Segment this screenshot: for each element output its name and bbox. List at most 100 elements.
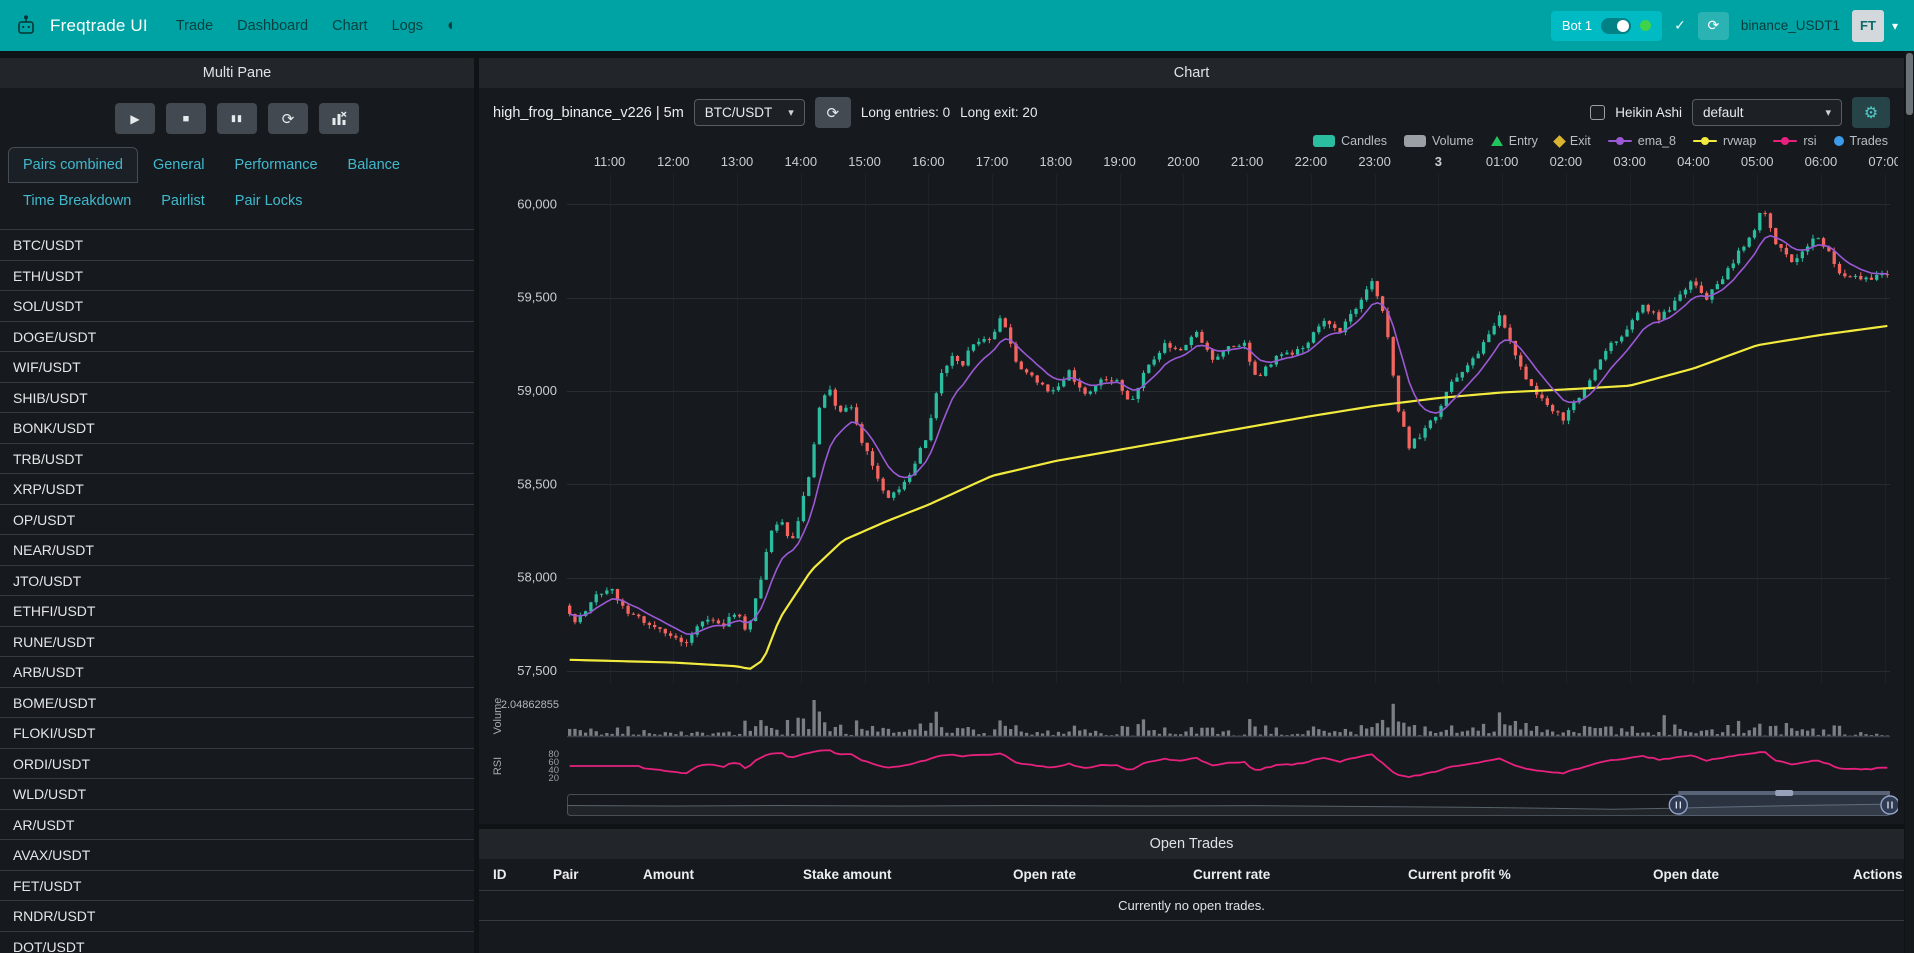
freqtrade-logo bbox=[14, 13, 40, 39]
pair-row-eth-usdt[interactable]: ETH/USDT bbox=[0, 261, 474, 292]
pair-row-jto-usdt[interactable]: JTO/USDT bbox=[0, 566, 474, 597]
pair-row-ethfi-usdt[interactable]: ETHFI/USDT bbox=[0, 596, 474, 627]
legend-label: Exit bbox=[1570, 134, 1591, 148]
column-actions: Actions bbox=[1853, 867, 1904, 882]
pause-button[interactable]: ▮▮ bbox=[217, 103, 257, 134]
legend-label: Entry bbox=[1509, 134, 1538, 148]
nav-link-chart[interactable]: Chart bbox=[332, 18, 367, 34]
bot-controls: ▶ ■ ▮▮ ⟳ bbox=[0, 88, 474, 147]
pair-row-floki-usdt[interactable]: FLOKI/USDT bbox=[0, 718, 474, 749]
legend-item-ema-8[interactable]: ema_8 bbox=[1608, 134, 1676, 148]
plot-settings-button[interactable]: ⚙ bbox=[1852, 97, 1890, 128]
pair-row-near-usdt[interactable]: NEAR/USDT bbox=[0, 535, 474, 566]
pair-row-avax-usdt[interactable]: AVAX/USDT bbox=[0, 840, 474, 871]
legend-item-candles[interactable]: Candles bbox=[1313, 134, 1387, 148]
column-current-profit: Current profit % bbox=[1408, 867, 1653, 882]
play-icon: ▶ bbox=[130, 112, 139, 126]
pair-row-ar-usdt[interactable]: AR/USDT bbox=[0, 810, 474, 841]
tab-general[interactable]: General bbox=[138, 147, 220, 183]
pair-list: BTC/USDTETH/USDTSOL/USDTDOGE/USDTWIF/USD… bbox=[0, 229, 474, 953]
pair-row-dot-usdt[interactable]: DOT/USDT bbox=[0, 932, 474, 953]
clear-chart-button[interactable] bbox=[319, 103, 359, 134]
ema-8-swatch-icon bbox=[1608, 140, 1632, 142]
pair-row-arb-usdt[interactable]: ARB/USDT bbox=[0, 657, 474, 688]
pair-row-bonk-usdt[interactable]: BONK/USDT bbox=[0, 413, 474, 444]
play-button[interactable]: ▶ bbox=[115, 103, 155, 134]
column-stake-amount: Stake amount bbox=[803, 867, 1013, 882]
legend-item-trades[interactable]: Trades bbox=[1834, 134, 1888, 148]
pair-row-xrp-usdt[interactable]: XRP/USDT bbox=[0, 474, 474, 505]
tab-pair-locks[interactable]: Pair Locks bbox=[220, 183, 318, 219]
legend-label: rsi bbox=[1803, 134, 1816, 148]
bot-toggle[interactable] bbox=[1601, 18, 1631, 34]
candles-swatch-icon bbox=[1313, 135, 1335, 147]
refresh-chart-button[interactable]: ⟳ bbox=[815, 97, 851, 128]
column-open-rate: Open rate bbox=[1013, 867, 1193, 882]
pair-row-op-usdt[interactable]: OP/USDT bbox=[0, 505, 474, 536]
rvwap-swatch-icon bbox=[1693, 140, 1717, 142]
pair-row-bome-usdt[interactable]: BOME/USDT bbox=[0, 688, 474, 719]
multi-pane-panel: Multi Pane ▶ ■ ▮▮ ⟳ Pairs combinedGenera… bbox=[0, 58, 474, 953]
nav-link-logs[interactable]: Logs bbox=[392, 18, 423, 34]
column-open-date: Open date bbox=[1653, 867, 1853, 882]
bot-selector[interactable]: Bot 1 bbox=[1551, 11, 1662, 41]
pair-row-fet-usdt[interactable]: FET/USDT bbox=[0, 871, 474, 902]
pair-row-rndr-usdt[interactable]: RNDR/USDT bbox=[0, 901, 474, 932]
tab-performance[interactable]: Performance bbox=[220, 147, 333, 183]
nav-link-dashboard[interactable]: Dashboard bbox=[237, 18, 308, 34]
chart-panel: Chart high_frog_binance_v226 | 5m BTC/US… bbox=[479, 58, 1904, 824]
toggle-knob bbox=[1617, 20, 1629, 32]
tab-pairlist[interactable]: Pairlist bbox=[146, 183, 220, 219]
heikin-ashi-checkbox[interactable] bbox=[1590, 105, 1605, 120]
tab-balance[interactable]: Balance bbox=[333, 147, 415, 183]
scrollbar-thumb[interactable] bbox=[1906, 53, 1913, 115]
open-trades-panel: Open Trades IDPairAmountStake amountOpen… bbox=[479, 829, 1904, 953]
pair-row-ordi-usdt[interactable]: ORDI/USDT bbox=[0, 749, 474, 780]
pair-row-wif-usdt[interactable]: WIF/USDT bbox=[0, 352, 474, 383]
tab-time-breakdown[interactable]: Time Breakdown bbox=[8, 183, 146, 219]
pair-row-trb-usdt[interactable]: TRB/USDT bbox=[0, 444, 474, 475]
pane-tabs: Pairs combinedGeneralPerformanceBalance T… bbox=[0, 147, 474, 219]
stop-button[interactable]: ■ bbox=[166, 103, 206, 134]
exit-swatch-icon bbox=[1553, 135, 1566, 148]
page-scrollbar[interactable] bbox=[1905, 51, 1914, 953]
caret-down-icon[interactable]: ▾ bbox=[1892, 19, 1898, 33]
chevron-down-icon: ▾ bbox=[788, 106, 794, 119]
nav-link-trade[interactable]: Trade bbox=[176, 18, 213, 34]
main-nav: Trade Dashboard Chart Logs bbox=[176, 18, 423, 34]
pair-row-rune-usdt[interactable]: RUNE/USDT bbox=[0, 627, 474, 658]
legend-label: Volume bbox=[1432, 134, 1474, 148]
pair-row-btc-usdt[interactable]: BTC/USDT bbox=[0, 230, 474, 261]
legend-item-volume[interactable]: Volume bbox=[1404, 134, 1474, 148]
column-pair: Pair bbox=[553, 867, 643, 882]
legend-item-rsi[interactable]: rsi bbox=[1773, 134, 1816, 148]
pair-select[interactable]: BTC/USDT ▾ bbox=[694, 99, 805, 126]
legend-item-rvwap[interactable]: rvwap bbox=[1693, 134, 1756, 148]
reload-icon: ⟳ bbox=[282, 110, 295, 128]
refresh-bot-button[interactable]: ⟳ bbox=[1698, 12, 1729, 40]
trades-empty-message: Currently no open trades. bbox=[479, 891, 1904, 921]
theme-toggle-icon[interactable]: ◐ bbox=[447, 17, 457, 35]
refresh-icon: ⟳ bbox=[827, 104, 840, 122]
legend-item-entry[interactable]: Entry bbox=[1491, 134, 1538, 148]
chart-canvas[interactable] bbox=[489, 150, 1898, 818]
trades-header-row: IDPairAmountStake amountOpen rateCurrent… bbox=[479, 859, 1904, 891]
open-trades-header: Open Trades bbox=[479, 829, 1904, 859]
pair-select-value: BTC/USDT bbox=[705, 105, 773, 120]
pair-row-wld-usdt[interactable]: WLD/USDT bbox=[0, 779, 474, 810]
legend-item-exit[interactable]: Exit bbox=[1555, 134, 1591, 148]
pair-row-doge-usdt[interactable]: DOGE/USDT bbox=[0, 322, 474, 353]
stop-icon: ■ bbox=[183, 113, 190, 125]
plot-config-select[interactable]: default ▾ bbox=[1692, 99, 1842, 126]
chevron-down-icon: ▾ bbox=[1825, 106, 1831, 119]
chart-panel-header: Chart bbox=[479, 58, 1904, 88]
chart-body bbox=[479, 150, 1904, 824]
pair-row-sol-usdt[interactable]: SOL/USDT bbox=[0, 291, 474, 322]
restart-button[interactable]: ⟳ bbox=[268, 103, 308, 134]
tab-pairs-combined[interactable]: Pairs combined bbox=[8, 147, 138, 183]
pair-row-shib-usdt[interactable]: SHIB/USDT bbox=[0, 383, 474, 414]
plot-config-value: default bbox=[1703, 105, 1744, 120]
check-icon: ✓ bbox=[1674, 17, 1686, 34]
avatar[interactable]: FT bbox=[1852, 10, 1884, 42]
column-id: ID bbox=[493, 867, 553, 882]
